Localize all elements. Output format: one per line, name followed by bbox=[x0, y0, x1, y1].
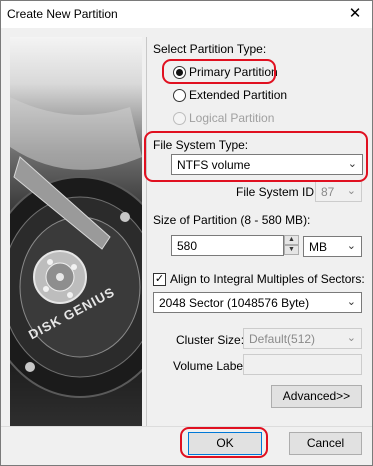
partition-type-heading: Select Partition Type: bbox=[153, 42, 267, 56]
advanced-button[interactable]: Advanced>> bbox=[271, 385, 362, 408]
partition-size-input[interactable]: 580 bbox=[171, 235, 284, 256]
file-system-id-label: File System ID: bbox=[236, 185, 318, 199]
align-sectors-label[interactable]: Align to Integral Multiples of Sectors: bbox=[170, 272, 365, 286]
cluster-size-select: Default(512) ⌄ bbox=[243, 328, 362, 349]
cluster-size-value: Default(512) bbox=[249, 332, 316, 346]
title-bar: Create New Partition ✕ bbox=[1, 1, 372, 28]
create-new-partition-dialog: Create New Partition ✕ DISK GENIUS Selec… bbox=[0, 0, 373, 466]
extended-partition-radio[interactable] bbox=[173, 89, 186, 102]
ok-button-highlight bbox=[180, 427, 268, 458]
logical-partition-label: Logical Partition bbox=[189, 111, 275, 125]
volume-label-input bbox=[243, 354, 362, 375]
hard-drive-illustration bbox=[10, 97, 142, 398]
section-divider bbox=[146, 37, 147, 426]
size-unit-select[interactable]: MB ⌄ bbox=[303, 236, 362, 257]
window-title: Create New Partition bbox=[7, 7, 118, 21]
partition-size-heading: Size of Partition (8 - 580 MB): bbox=[153, 213, 311, 227]
disk-genius-hard-drive-image: DISK GENIUS bbox=[10, 37, 142, 426]
spin-up-icon[interactable]: ▲ bbox=[284, 235, 299, 245]
close-icon[interactable]: ✕ bbox=[344, 4, 366, 24]
align-sectors-select[interactable]: 2048 Sector (1048576 Byte) ⌄ bbox=[153, 292, 362, 313]
chevron-down-icon: ⌄ bbox=[346, 296, 356, 308]
file-system-id-select: 87 ⌄ bbox=[315, 181, 362, 202]
partition-size-spinner[interactable]: ▲ ▼ bbox=[284, 235, 299, 256]
cancel-button[interactable]: Cancel bbox=[289, 432, 362, 455]
file-system-type-highlight bbox=[144, 131, 368, 182]
spin-down-icon[interactable]: ▼ bbox=[284, 245, 299, 255]
volume-label-label: Volume Label: bbox=[173, 359, 250, 373]
size-unit-value: MB bbox=[309, 240, 327, 254]
partition-size-value: 580 bbox=[177, 239, 198, 253]
align-sectors-checkbox[interactable]: ✓ bbox=[153, 273, 166, 286]
file-system-id-value: 87 bbox=[321, 185, 335, 199]
chevron-down-icon: ⌄ bbox=[346, 240, 356, 252]
align-sectors-value: 2048 Sector (1048576 Byte) bbox=[159, 296, 310, 310]
chevron-down-icon: ⌄ bbox=[346, 332, 356, 344]
extended-partition-label[interactable]: Extended Partition bbox=[189, 88, 287, 102]
logical-partition-radio bbox=[173, 112, 186, 125]
chevron-down-icon: ⌄ bbox=[346, 185, 356, 197]
cluster-size-label: Cluster Size: bbox=[176, 333, 245, 347]
primary-partition-highlight bbox=[162, 59, 276, 84]
